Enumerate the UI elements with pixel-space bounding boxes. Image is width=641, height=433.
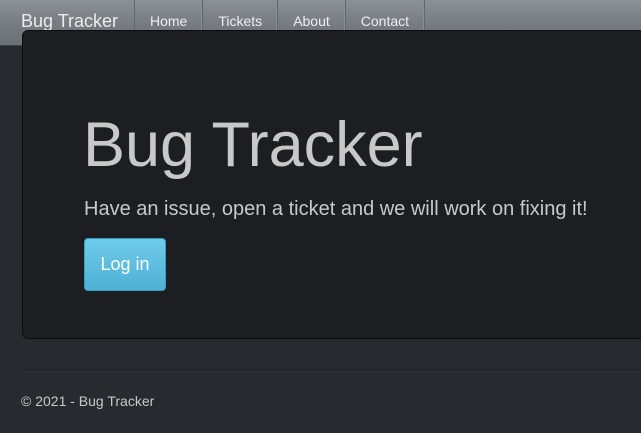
- brand-link[interactable]: Bug Tracker: [21, 11, 118, 32]
- hero-lead-text: Have an issue, open a ticket and we will…: [84, 198, 588, 220]
- hero-jumbotron: Bug Tracker Have an issue, open a ticket…: [22, 30, 641, 339]
- hero-title: Bug Tracker: [83, 110, 423, 180]
- login-button[interactable]: Log in: [84, 238, 166, 291]
- footer-copyright: © 2021 - Bug Tracker: [21, 393, 155, 409]
- footer-divider: [22, 370, 641, 371]
